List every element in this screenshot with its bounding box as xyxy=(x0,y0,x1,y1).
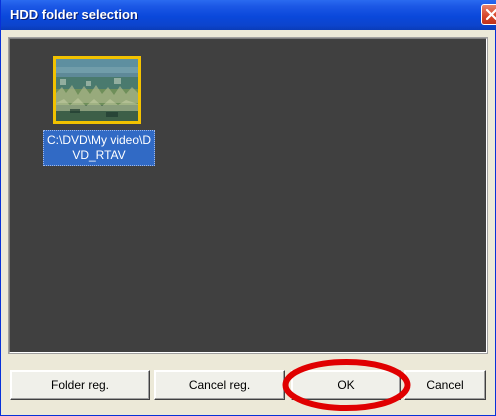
cancel-button[interactable]: Cancel xyxy=(404,370,486,400)
cancel-reg-button[interactable]: Cancel reg. xyxy=(154,370,285,400)
close-icon xyxy=(485,8,496,21)
folder-list-view[interactable]: C:\DVD\My video\DVD_RTAV xyxy=(8,37,488,354)
video-thumbnail[interactable] xyxy=(53,56,141,124)
window-title: HDD folder selection xyxy=(10,7,138,22)
thumbnail-image xyxy=(56,59,138,121)
folder-reg-button[interactable]: Folder reg. xyxy=(10,370,150,400)
folder-item[interactable]: C:\DVD\My video\DVD_RTAV xyxy=(43,56,155,168)
title-bar[interactable]: HDD folder selection xyxy=(1,0,496,30)
ok-button[interactable]: OK xyxy=(291,370,401,400)
hdd-folder-selection-dialog: HDD folder selection C:\DVD\My video\DVD… xyxy=(0,0,496,416)
close-button[interactable] xyxy=(481,4,496,25)
folder-label[interactable]: C:\DVD\My video\DVD_RTAV xyxy=(43,130,155,166)
